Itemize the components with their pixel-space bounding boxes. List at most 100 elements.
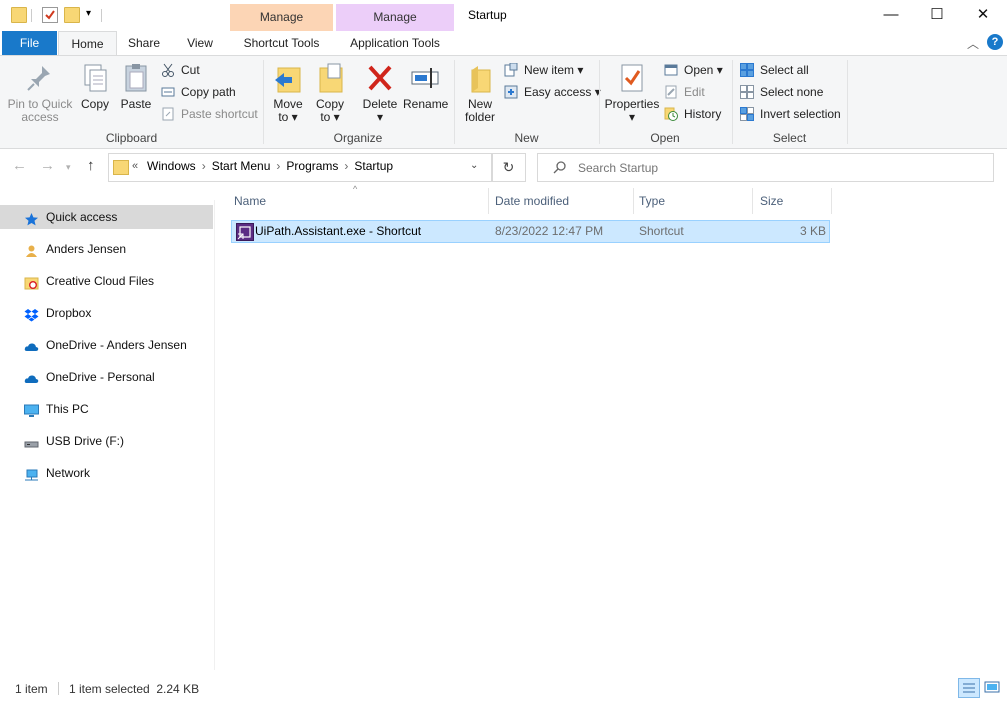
column-header-name[interactable]: Name xyxy=(234,188,266,214)
open-button[interactable]: Open ▾ xyxy=(664,60,723,80)
usb-drive-icon xyxy=(24,434,39,448)
properties-dropdown-arrow[interactable]: ▾ xyxy=(604,111,660,124)
copy-path-button[interactable]: Copy path xyxy=(161,82,236,102)
open-icon xyxy=(664,63,678,77)
paste-shortcut-button[interactable]: Paste shortcut xyxy=(161,104,258,124)
forward-arrow-icon[interactable]: → xyxy=(40,157,55,174)
delete-dropdown-arrow[interactable]: ▾ xyxy=(360,111,400,124)
minimize-button[interactable]: — xyxy=(868,0,914,31)
nav-item-dropbox[interactable]: Dropbox xyxy=(0,301,213,325)
column-divider[interactable] xyxy=(831,188,832,214)
breadcrumb-windows[interactable]: Windows xyxy=(147,159,196,173)
table-row[interactable]: UiPath.Assistant.exe - Shortcut 8/23/202… xyxy=(231,220,830,243)
properties-quick-icon[interactable] xyxy=(42,7,58,23)
new-folder-button[interactable]: New folder xyxy=(460,60,500,124)
open-group-label: Open xyxy=(650,131,680,145)
recent-locations-icon[interactable]: ▾ xyxy=(66,162,71,173)
breadcrumb-start-menu[interactable]: Start Menu xyxy=(212,159,271,173)
edit-icon xyxy=(664,85,678,99)
cut-button[interactable]: Cut xyxy=(161,60,200,80)
window-title: Startup xyxy=(468,8,507,22)
tab-home[interactable]: Home xyxy=(58,31,117,56)
column-header-date-modified[interactable]: Date modified xyxy=(495,188,569,214)
search-box[interactable] xyxy=(537,153,994,182)
column-header-type[interactable]: Type xyxy=(639,188,665,214)
edit-button[interactable]: Edit xyxy=(664,82,705,102)
pin-label-line2: access xyxy=(21,110,59,124)
creative-cloud-icon xyxy=(24,274,39,290)
help-icon[interactable]: ? xyxy=(987,34,1003,50)
nav-item-anders-jensen[interactable]: Anders Jensen xyxy=(0,237,213,261)
rename-button[interactable]: Rename xyxy=(403,60,448,111)
group-divider xyxy=(847,60,848,144)
breadcrumb-overflow[interactable]: « xyxy=(132,160,138,172)
column-divider[interactable] xyxy=(488,188,489,214)
dropbox-icon xyxy=(24,306,39,322)
easy-access-button[interactable]: Easy access ▾ xyxy=(504,82,601,102)
select-none-button[interactable]: Select none xyxy=(740,82,823,102)
clipboard-group-label: Clipboard xyxy=(105,131,158,145)
nav-item-usb-drive[interactable]: USB Drive (F:) xyxy=(0,429,213,453)
breadcrumb-startup[interactable]: Startup xyxy=(354,159,393,173)
column-header-size[interactable]: Size xyxy=(760,188,783,214)
properties-button[interactable]: Properties ▾ xyxy=(604,60,660,124)
history-label: History xyxy=(684,107,722,121)
delete-button[interactable]: Delete ▾ xyxy=(360,60,400,124)
address-history-dropdown-icon[interactable]: ⌄ xyxy=(470,160,478,171)
nav-item-onedrive-personal[interactable]: OneDrive - Personal xyxy=(0,365,213,389)
status-bar: 1 item 1 item selected 2.24 KB xyxy=(0,676,1007,701)
breadcrumb-programs[interactable]: Programs xyxy=(286,159,338,173)
nav-item-quick-access[interactable]: Quick access xyxy=(0,205,213,229)
paste-shortcut-label: Paste shortcut xyxy=(181,107,258,121)
scissors-icon xyxy=(161,63,175,77)
new-item-button[interactable]: New item ▾ xyxy=(504,60,583,80)
tab-shortcut-tools[interactable]: Shortcut Tools xyxy=(230,31,333,55)
paste-button[interactable]: Paste xyxy=(117,60,155,111)
manage-application-context-tab[interactable]: Manage xyxy=(336,4,454,31)
large-icons-view-icon[interactable] xyxy=(983,679,1001,695)
invert-selection-button[interactable]: Invert selection xyxy=(740,104,841,124)
select-all-button[interactable]: Select all xyxy=(740,60,809,80)
breadcrumb-separator[interactable]: › xyxy=(338,159,354,173)
breadcrumb-separator[interactable]: › xyxy=(270,159,286,173)
computer-icon xyxy=(24,402,39,417)
nav-item-creative-cloud-files[interactable]: Creative Cloud Files xyxy=(0,269,213,293)
new-item-icon xyxy=(504,62,518,77)
manage-shortcut-context-tab[interactable]: Manage xyxy=(230,4,333,31)
select-all-icon xyxy=(740,63,754,77)
pin-to-quick-access-button[interactable]: Pin to Quick access xyxy=(6,60,74,124)
tab-application-tools[interactable]: Application Tools xyxy=(336,31,454,55)
uipath-shortcut-icon xyxy=(236,223,254,241)
onedrive-icon xyxy=(24,370,39,384)
column-divider[interactable] xyxy=(752,188,753,214)
divider xyxy=(58,682,59,695)
delete-x-icon xyxy=(364,62,396,94)
tab-share[interactable]: Share xyxy=(120,31,168,55)
copy-to-button[interactable]: Copy to ▾ xyxy=(312,60,348,124)
address-bar[interactable]: « Windows › Start Menu › Programs › Star… xyxy=(108,153,493,182)
minimize-ribbon-icon[interactable]: ︿ xyxy=(967,35,979,52)
nav-item-onedrive-anders-jensen[interactable]: OneDrive - Anders Jensen xyxy=(0,333,213,357)
nav-item-this-pc[interactable]: This PC xyxy=(0,397,213,421)
tab-view[interactable]: View xyxy=(176,31,224,55)
history-button[interactable]: History xyxy=(664,104,721,124)
search-input[interactable] xyxy=(576,158,980,178)
nav-item-network[interactable]: Network xyxy=(0,461,213,485)
breadcrumb-separator[interactable]: › xyxy=(196,159,212,173)
back-arrow-icon[interactable]: ← xyxy=(12,157,27,174)
move-to-button[interactable]: Move to ▾ xyxy=(270,60,306,124)
item-count: 1 item xyxy=(15,682,48,696)
nav-label: Creative Cloud Files xyxy=(46,274,155,288)
refresh-icon[interactable]: ↻ xyxy=(491,153,526,182)
up-arrow-icon[interactable]: ↑ xyxy=(87,157,95,174)
customize-quick-access-icon[interactable]: ▾ xyxy=(86,8,91,19)
column-divider[interactable] xyxy=(633,188,634,214)
copy-button[interactable]: Copy xyxy=(76,60,114,111)
new-folder-quick-icon[interactable] xyxy=(64,7,80,23)
tab-file[interactable]: File xyxy=(2,31,57,55)
close-button[interactable]: ✕ xyxy=(960,0,1006,31)
open-label: Open ▾ xyxy=(684,63,723,77)
maximize-button[interactable]: ☐ xyxy=(914,0,960,31)
details-view-icon[interactable] xyxy=(958,678,980,698)
file-name[interactable]: UiPath.Assistant.exe - Shortcut xyxy=(255,221,421,242)
